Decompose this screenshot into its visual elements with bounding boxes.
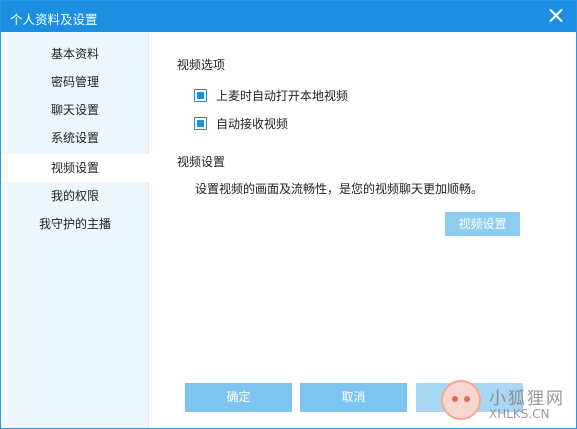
sidebar-item-chat-settings[interactable]: 聊天设置	[1, 96, 149, 124]
close-icon[interactable]	[546, 6, 566, 26]
settings-window: 个人资料及设置 基本资料 密码管理 聊天设置 系统设置 视频设置 我的权限 我守…	[0, 0, 577, 429]
auto-open-local-video-label: 上麦时自动打开本地视频	[216, 88, 349, 103]
video-settings-title: 视频设置	[177, 155, 226, 169]
site-watermark: 小狐狸网 XHLKS.CN	[439, 374, 577, 429]
fox-logo-icon	[441, 380, 481, 420]
auto-receive-video-option[interactable]: 自动接收视频	[194, 115, 288, 131]
cancel-button[interactable]: 取消	[300, 383, 407, 412]
title-bar[interactable]: 个人资料及设置	[1, 1, 576, 32]
watermark-name: 小狐狸网	[489, 389, 565, 409]
sidebar-item-system-settings[interactable]: 系统设置	[1, 124, 149, 152]
video-settings-description: 设置视频的画面及流畅性，是您的视频聊天更加顺畅。	[195, 182, 484, 196]
sidebar: 基本资料 密码管理 聊天设置 系统设置 视频设置 我的权限 我守护的主播	[1, 32, 149, 428]
sidebar-item-video-settings[interactable]: 视频设置	[1, 154, 149, 182]
sidebar-item-my-permissions[interactable]: 我的权限	[1, 182, 149, 210]
window-title: 个人资料及设置	[10, 12, 98, 27]
auto-receive-video-checkbox[interactable]	[194, 116, 207, 130]
ok-button[interactable]: 确定	[185, 383, 292, 412]
watermark-url: XHLKS.CN	[489, 407, 550, 421]
auto-receive-video-label: 自动接收视频	[216, 116, 289, 131]
auto-open-local-video-option[interactable]: 上麦时自动打开本地视频	[194, 87, 348, 103]
sidebar-item-basic-info[interactable]: 基本资料	[1, 40, 149, 68]
main-panel: 视频选项 上麦时自动打开本地视频 自动接收视频 视频设置 设置视频的画面及流畅性…	[150, 32, 577, 428]
video-options-title: 视频选项	[177, 58, 226, 72]
auto-open-local-video-checkbox[interactable]	[194, 88, 207, 102]
video-settings-button[interactable]: 视频设置	[445, 212, 520, 236]
sidebar-item-password[interactable]: 密码管理	[1, 68, 149, 96]
sidebar-item-my-guarded-hosts[interactable]: 我守护的主播	[1, 210, 149, 238]
